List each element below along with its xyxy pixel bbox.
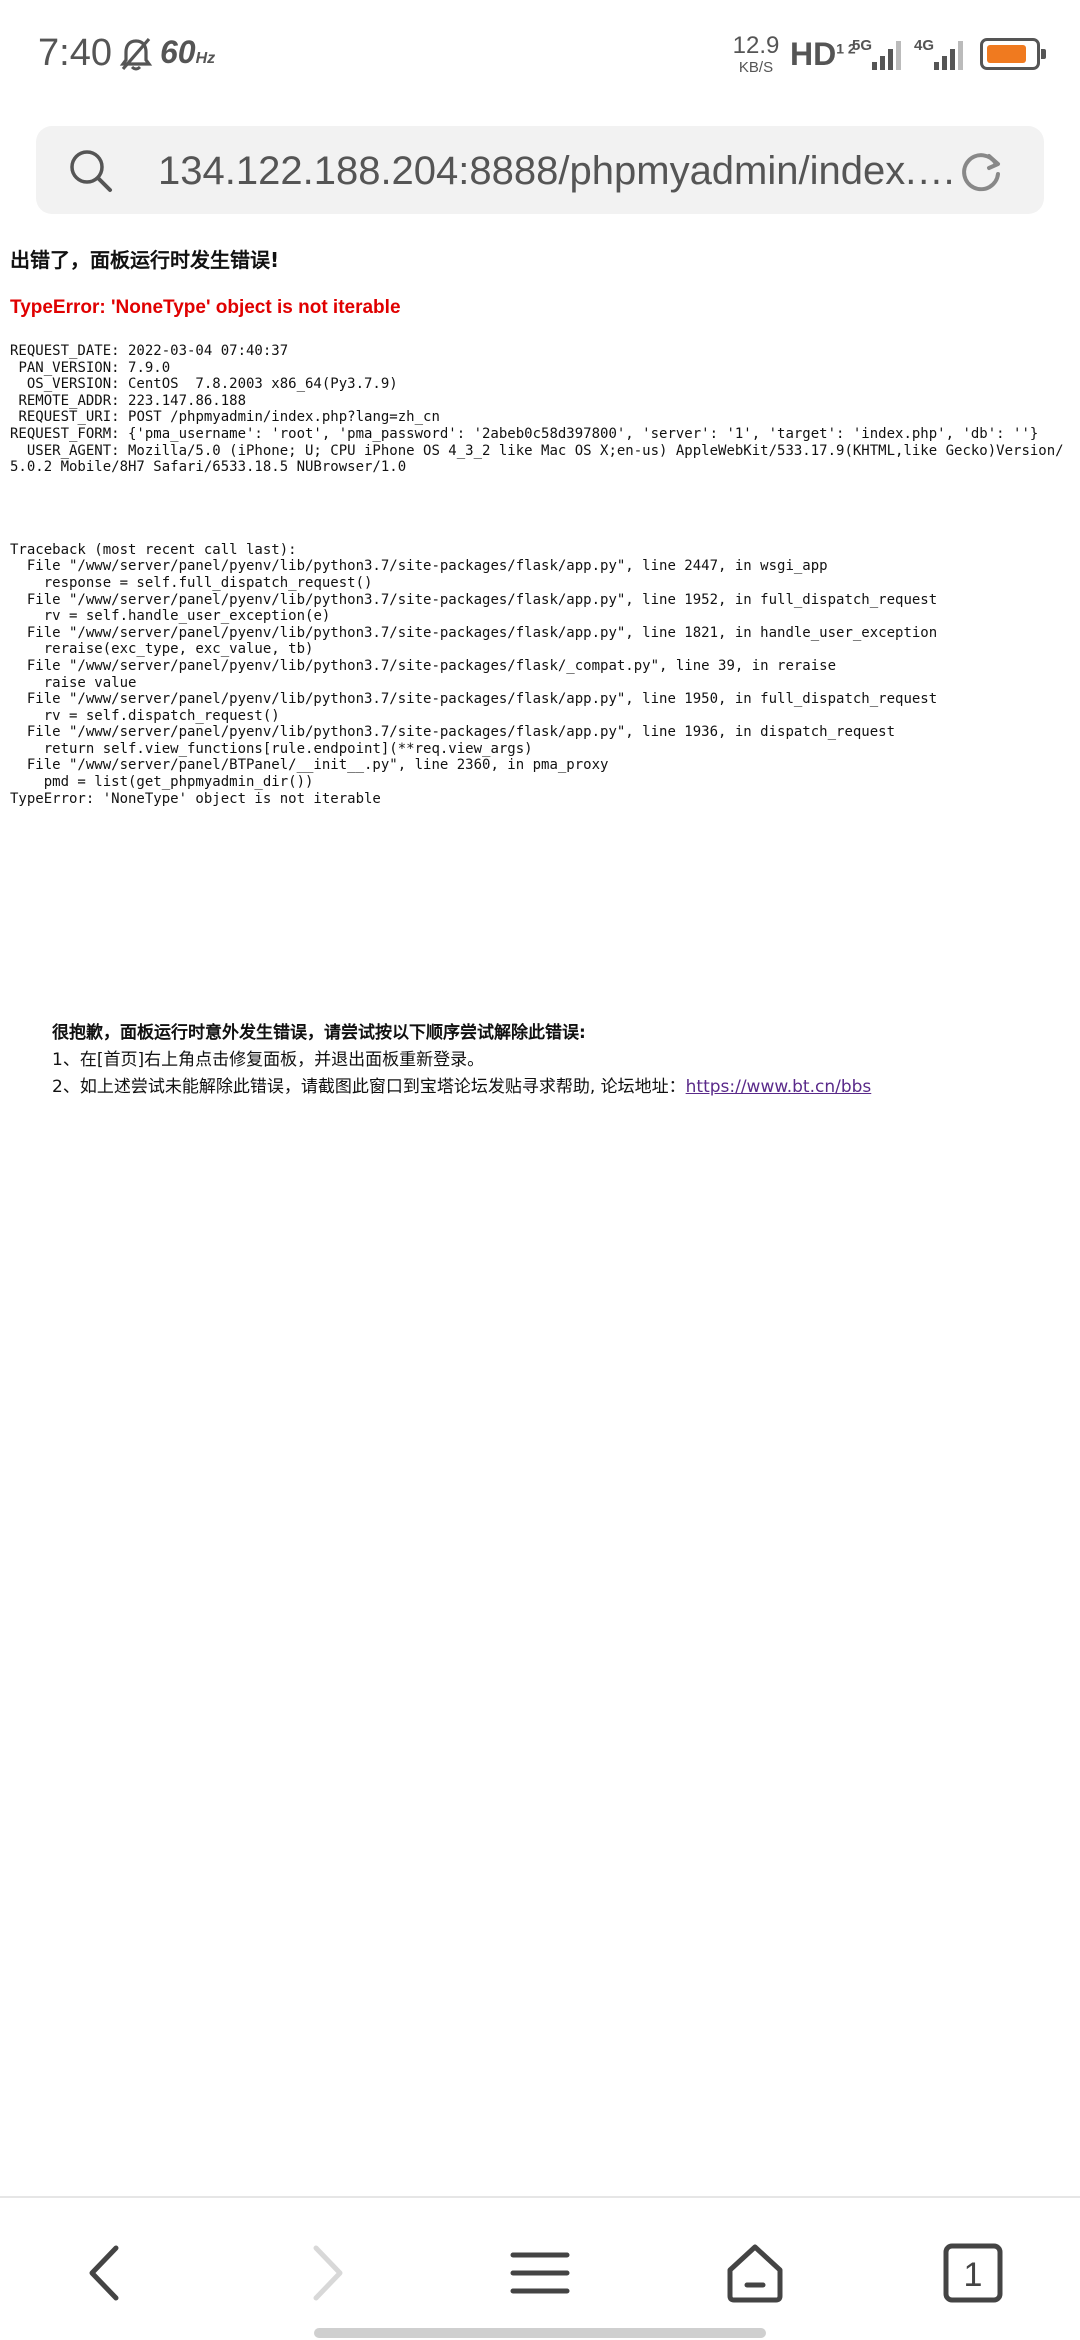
help-step-2-text: 2、如上述尝试未能解除此错误，请截图此窗口到宝塔论坛发贴寻求帮助, 论坛地址：	[52, 1077, 686, 1097]
battery-nub	[1041, 49, 1046, 59]
refresh-rate-value: 60	[160, 34, 196, 70]
bell-muted-icon	[119, 37, 153, 71]
refresh-rate-unit: Hz	[195, 50, 216, 67]
help-step-2: 2、如上述尝试未能解除此错误，请截图此窗口到宝塔论坛发贴寻求帮助, 论坛地址：h…	[52, 1074, 1052, 1101]
net-speed-unit: KB/S	[738, 59, 774, 76]
menu-icon[interactable]	[505, 2238, 575, 2308]
hd-label: HD	[790, 36, 837, 72]
request-info: REQUEST_DATE: 2022-03-04 07:40:37 PAN_VE…	[10, 343, 1064, 476]
sig1-label: 5G	[852, 37, 872, 54]
error-page: 出错了，面板运行时发生错误! TypeError: 'NoneType' obj…	[10, 240, 1070, 807]
signal-4g-icon: 4G	[914, 37, 963, 70]
tab-count: 1	[964, 2256, 983, 2294]
back-icon[interactable]	[72, 2238, 142, 2308]
refresh-rate: 60Hz	[160, 34, 215, 71]
help-step-1: 1、在[首页]右上角点击修复面板，并退出面板重新登录。	[52, 1050, 485, 1070]
url-field[interactable]: 134.122.188.204:8888/phpmyadmin/index.ph…	[158, 146, 968, 196]
error-type: TypeError: 'NoneType' object is not iter…	[10, 297, 401, 318]
signal-5g-icon: 5G	[852, 37, 901, 70]
sig2-label: 4G	[914, 37, 934, 54]
traceback: Traceback (most recent call last): File …	[10, 541, 938, 807]
search-icon[interactable]	[66, 146, 116, 196]
page-title: 出错了，面板运行时发生错误!	[10, 248, 280, 272]
net-speed: 12.9 KB/S	[728, 32, 784, 76]
forward-icon[interactable]	[290, 2238, 360, 2308]
status-time: 7:40	[38, 32, 112, 74]
help-heading: 很抱歉，面板运行时意外发生错误，请尝试按以下顺序尝试解除此错误:	[52, 1023, 586, 1043]
hd-indicator: HD1 2	[790, 36, 856, 73]
home-indicator[interactable]	[314, 2328, 766, 2338]
help-section: 很抱歉，面板运行时意外发生错误，请尝试按以下顺序尝试解除此错误: 1、在[首页]…	[52, 1020, 1052, 1101]
home-icon[interactable]	[720, 2238, 790, 2308]
bottom-nav: 1	[0, 2196, 1080, 2340]
reload-icon[interactable]	[956, 146, 1006, 196]
tabs-icon[interactable]: 1	[938, 2238, 1008, 2308]
status-bar: 7:40 60Hz 12.9 KB/S HD1 2 5G 4G	[0, 0, 1080, 112]
address-bar[interactable]: 134.122.188.204:8888/phpmyadmin/index.ph…	[36, 126, 1044, 214]
forum-link[interactable]: https://www.bt.cn/bbs	[686, 1077, 872, 1097]
net-speed-value: 12.9	[732, 32, 780, 59]
battery-icon	[980, 38, 1046, 70]
battery-fill	[987, 45, 1026, 63]
